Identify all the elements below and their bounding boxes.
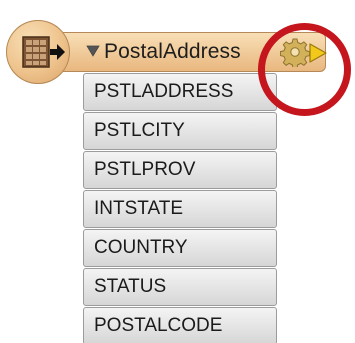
attribute-item[interactable]: COUNTRY [83, 229, 277, 267]
feature-type-name: PostalAddress [104, 40, 241, 63]
attribute-item[interactable]: POSTALCODE [83, 307, 277, 343]
table-icon [22, 36, 50, 73]
attribute-item[interactable]: STATUS [83, 268, 277, 306]
attribute-item[interactable]: PSTLPROV [83, 151, 277, 189]
attribute-list: PSTLADDRESS PSTLCITY PSTLPROV INTSTATE C… [83, 73, 277, 343]
attribute-item[interactable]: INTSTATE [83, 190, 277, 228]
attribute-item[interactable]: PSTLCITY [83, 112, 277, 150]
highlight-circle [258, 23, 351, 116]
triangle-down-icon[interactable] [86, 44, 100, 62]
attribute-item[interactable]: PSTLADDRESS [83, 73, 277, 111]
arrow-right-icon [50, 43, 66, 66]
reader-badge[interactable] [6, 20, 70, 84]
